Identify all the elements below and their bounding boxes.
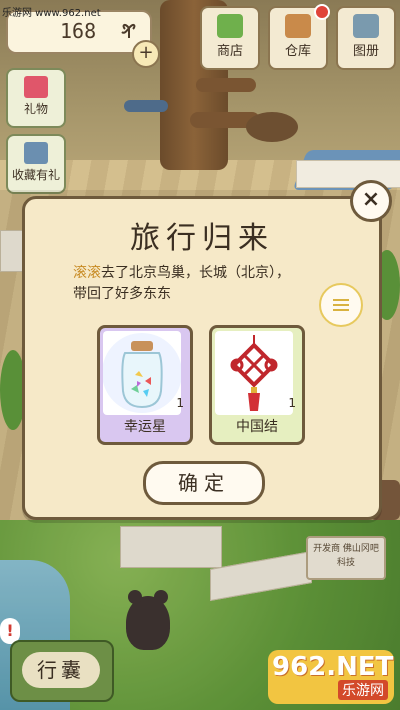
item-label: 中国结	[236, 419, 278, 435]
gift-button[interactable]: 礼物	[6, 68, 66, 128]
album-button[interactable]: 图册	[336, 6, 396, 70]
logo-sub-text: 乐游网	[338, 680, 388, 700]
message-line2: 带回了好多东东	[73, 286, 171, 302]
shop-label: 商店	[216, 44, 243, 59]
item-card-chinese-knot[interactable]: 1 中国结	[209, 325, 305, 445]
clover-count: 168	[60, 19, 97, 43]
storage-button[interactable]: 仓库	[268, 4, 330, 70]
item-count: 1	[176, 396, 184, 410]
traveler-name: 滚滚	[73, 265, 101, 281]
album-icon	[353, 14, 379, 38]
gift-icon	[24, 76, 48, 98]
item-count: 1	[288, 396, 296, 410]
phone-icon	[24, 142, 48, 164]
bag-button[interactable]: 行囊	[10, 640, 114, 702]
menu-button[interactable]	[319, 283, 363, 327]
watermark: 乐游网 www.962.net	[2, 8, 101, 19]
confirm-button[interactable]: 确定	[143, 461, 265, 505]
site-logo: 962.NET 乐游网	[268, 650, 394, 704]
swing	[124, 100, 168, 112]
collection-label: 收藏有礼	[11, 168, 60, 182]
item-label: 幸运星	[124, 419, 166, 435]
logo-main-text: 962.NET	[272, 652, 394, 682]
add-clover-button[interactable]: +	[132, 40, 160, 68]
album-label: 图册	[352, 44, 379, 59]
notification-dot	[314, 4, 330, 20]
clover-icon	[118, 18, 140, 45]
chinese-knot-icon	[215, 331, 293, 415]
shop-icon	[217, 14, 243, 38]
travel-return-dialog: 旅行归来 滚滚去了北京鸟巢，长城（北京）， 带回了好多东东 1 幸运星 1 中国…	[22, 196, 382, 520]
gift-label: 礼物	[23, 102, 48, 116]
storage-label: 仓库	[284, 44, 311, 59]
message-line1: 去了北京鸟巢，长城（北京），	[101, 265, 290, 281]
collection-gift-button[interactable]: 收藏有礼	[6, 134, 66, 194]
tree-shelf-upper	[196, 78, 256, 92]
dialog-title: 旅行归来	[130, 221, 274, 256]
item-card-lucky-stars[interactable]: 1 幸运星	[97, 325, 193, 445]
lucky-stars-jar-icon	[103, 331, 181, 415]
shop-button[interactable]: 商店	[200, 6, 260, 70]
storage-icon	[285, 14, 311, 38]
bag-label: 行囊	[22, 652, 100, 688]
close-button[interactable]: ×	[350, 180, 392, 222]
table	[246, 112, 298, 142]
dialog-message: 滚滚去了北京鸟巢，长城（北京）， 带回了好多东东	[73, 263, 339, 305]
fence-right	[296, 160, 400, 188]
